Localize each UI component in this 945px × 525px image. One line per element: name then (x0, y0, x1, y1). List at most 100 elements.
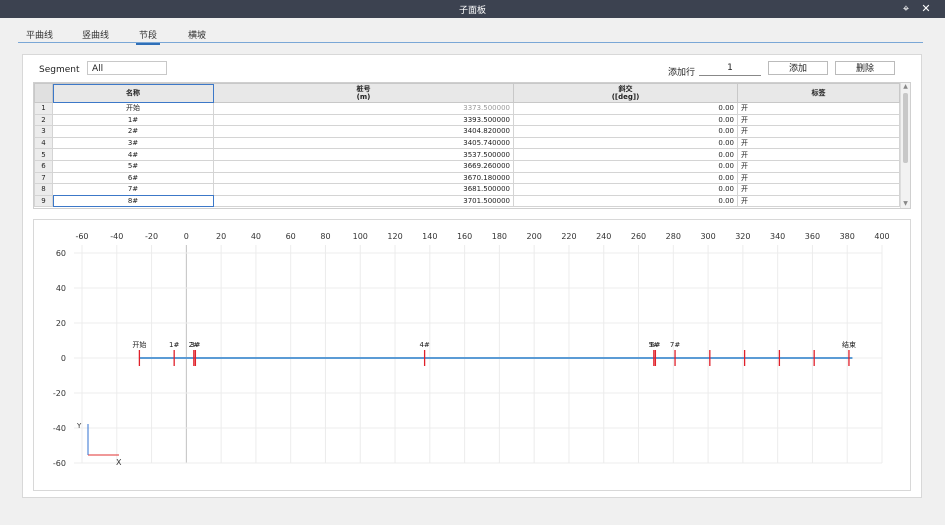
cell-tag[interactable]: 开 (737, 102, 900, 115)
cell-station[interactable]: 3405.740000 (213, 136, 514, 150)
delete-button[interactable]: 删除 (835, 61, 895, 75)
y-axis-label: Y (76, 422, 82, 430)
cell-tag[interactable]: 开 (737, 171, 900, 185)
cell-name[interactable]: 2# (52, 125, 214, 138)
add-button[interactable]: 添加 (768, 61, 828, 75)
table-row[interactable]: 9 8# 3701.500000 0.00 开 (34, 194, 900, 208)
cell-skew[interactable]: 0.00 (513, 159, 738, 173)
table-row[interactable]: 7 6# 3670.180000 0.00 开 (34, 171, 900, 185)
cell-name[interactable]: 6# (52, 171, 214, 185)
x-tick-label: 360 (805, 232, 820, 241)
cell-skew[interactable]: 0.00 (513, 136, 738, 150)
table-scrollbar[interactable]: ▲ ▼ (900, 83, 910, 208)
x-tick-label: -60 (75, 232, 88, 241)
table-row[interactable]: 4 3# 3405.740000 0.00 开 (34, 136, 900, 150)
cell-station[interactable]: 3373.500000 (213, 102, 514, 115)
cell-skew[interactable]: 0.00 (513, 171, 738, 185)
scroll-up-icon[interactable]: ▲ (901, 83, 910, 91)
table-row[interactable]: 1 开始 3373.500000 0.00 开 (34, 102, 900, 115)
cell-station[interactable]: 3404.820000 (213, 125, 514, 138)
x-tick-label: 300 (700, 232, 715, 241)
cell-station[interactable]: 3537.500000 (213, 148, 514, 161)
cell-skew[interactable]: 0.00 (513, 148, 738, 161)
y-tick-label: -40 (53, 424, 66, 433)
x-tick-label: 320 (735, 232, 750, 241)
row-number[interactable]: 1 (34, 102, 53, 115)
table-row[interactable]: 8 7# 3681.500000 0.00 开 (34, 183, 900, 196)
cell-name[interactable]: 7# (52, 183, 214, 196)
cell-skew[interactable]: 0.00 (513, 125, 738, 138)
cell-tag[interactable]: 开 (737, 125, 900, 138)
x-tick-label: 160 (457, 232, 472, 241)
row-number[interactable]: 6 (34, 159, 53, 173)
y-tick-label: 60 (56, 249, 66, 258)
tab-horizontal-curve[interactable]: 平曲线 (26, 28, 53, 41)
cell-name[interactable]: 8# (52, 194, 214, 208)
cell-tag[interactable]: 开 (737, 159, 900, 173)
row-number[interactable]: 3 (34, 125, 53, 138)
x-tick-label: 20 (216, 232, 226, 241)
cell-skew[interactable]: 0.00 (513, 183, 738, 196)
cell-name[interactable]: 1# (52, 113, 214, 127)
cell-station[interactable]: 3681.500000 (213, 183, 514, 196)
col-header-station[interactable]: 桩号 (m) (213, 83, 514, 103)
col-tag-label: 标签 (811, 89, 826, 97)
segment-plot[interactable]: -60 -40 -20 0 20 40 60 80 100 120 140 160 180 200 220 2… (33, 219, 911, 491)
row-number[interactable]: 7 (34, 171, 53, 185)
segment-select[interactable]: All (87, 61, 167, 75)
row-number[interactable]: 9 (34, 194, 53, 208)
tab-cross-slope[interactable]: 横坡 (188, 28, 206, 41)
cell-tag[interactable]: 开 (737, 148, 900, 161)
close-icon[interactable]: ✕ (918, 1, 934, 17)
row-number[interactable]: 5 (34, 148, 53, 161)
cell-name[interactable]: 5# (52, 159, 214, 173)
segment-marker-label: 开始 (132, 340, 146, 349)
cell-tag[interactable]: 开 (737, 183, 900, 196)
tab-vertical-curve[interactable]: 竖曲线 (82, 28, 109, 41)
cell-station[interactable]: 3393.500000 (213, 113, 514, 127)
cell-name[interactable]: 3# (52, 136, 214, 150)
cell-skew[interactable]: 0.00 (513, 102, 738, 115)
row-number[interactable]: 8 (34, 183, 53, 196)
col-header-name[interactable]: 名称 (52, 83, 214, 103)
table-row[interactable]: 2 1# 3393.500000 0.00 开 (34, 113, 900, 127)
cell-tag[interactable]: 开 (737, 136, 900, 150)
add-rows-label: 添加行 (668, 68, 696, 78)
cell-skew[interactable]: 0.00 (513, 113, 738, 127)
title-bar: 子面板 ⌖ ✕ (0, 0, 945, 18)
cell-tag[interactable]: 开 (737, 113, 900, 127)
scroll-down-icon[interactable]: ▼ (901, 200, 910, 208)
x-tick-label: 60 (286, 232, 296, 241)
scroll-thumb[interactable] (903, 93, 908, 163)
cell-name[interactable]: 开始 (52, 102, 214, 115)
table-row[interactable]: 6 5# 3669.260000 0.00 开 (34, 159, 900, 173)
segment-table: 名称 桩号 (m) 斜交 ([deg]) 标签 1 开始 3373.500000 0.00… (33, 82, 911, 209)
col-header-skew[interactable]: 斜交 ([deg]) (513, 83, 738, 103)
segment-marker-label: 7# (670, 341, 680, 349)
y-tick-label: 40 (56, 284, 66, 293)
pin-icon[interactable]: ⌖ (898, 1, 914, 17)
table-row[interactable]: 5 4# 3537.500000 0.00 开 (34, 148, 900, 161)
cell-name[interactable]: 4# (52, 148, 214, 161)
row-number[interactable]: 4 (34, 136, 53, 150)
cell-skew[interactable]: 0.00 (513, 194, 738, 208)
tab-bar: 平曲线 竖曲线 节段 横坡 (18, 26, 923, 45)
row-number[interactable]: 2 (34, 113, 53, 127)
col-name-label: 名称 (126, 89, 140, 97)
x-tick-label: 200 (527, 232, 542, 241)
table-row[interactable]: 3 2# 3404.820000 0.00 开 (34, 125, 900, 138)
x-tick-label: 40 (251, 232, 261, 241)
cell-tag[interactable]: 开 (737, 194, 900, 208)
cell-station[interactable]: 3670.180000 (213, 171, 514, 185)
cell-station[interactable]: 3669.260000 (213, 159, 514, 173)
window-title: 子面板 (458, 6, 486, 16)
cell-station[interactable]: 3701.500000 (213, 194, 514, 208)
col-header-tag[interactable]: 标签 (737, 83, 900, 103)
x-tick-label: 80 (320, 232, 330, 241)
col-station-unit: (m) (356, 93, 371, 101)
add-rows-input[interactable]: 1 (699, 62, 761, 76)
corner-header (34, 83, 53, 103)
x-axis-label: X (116, 458, 122, 467)
tab-segment[interactable]: 节段 (135, 28, 161, 45)
x-tick-label: 120 (387, 232, 402, 241)
